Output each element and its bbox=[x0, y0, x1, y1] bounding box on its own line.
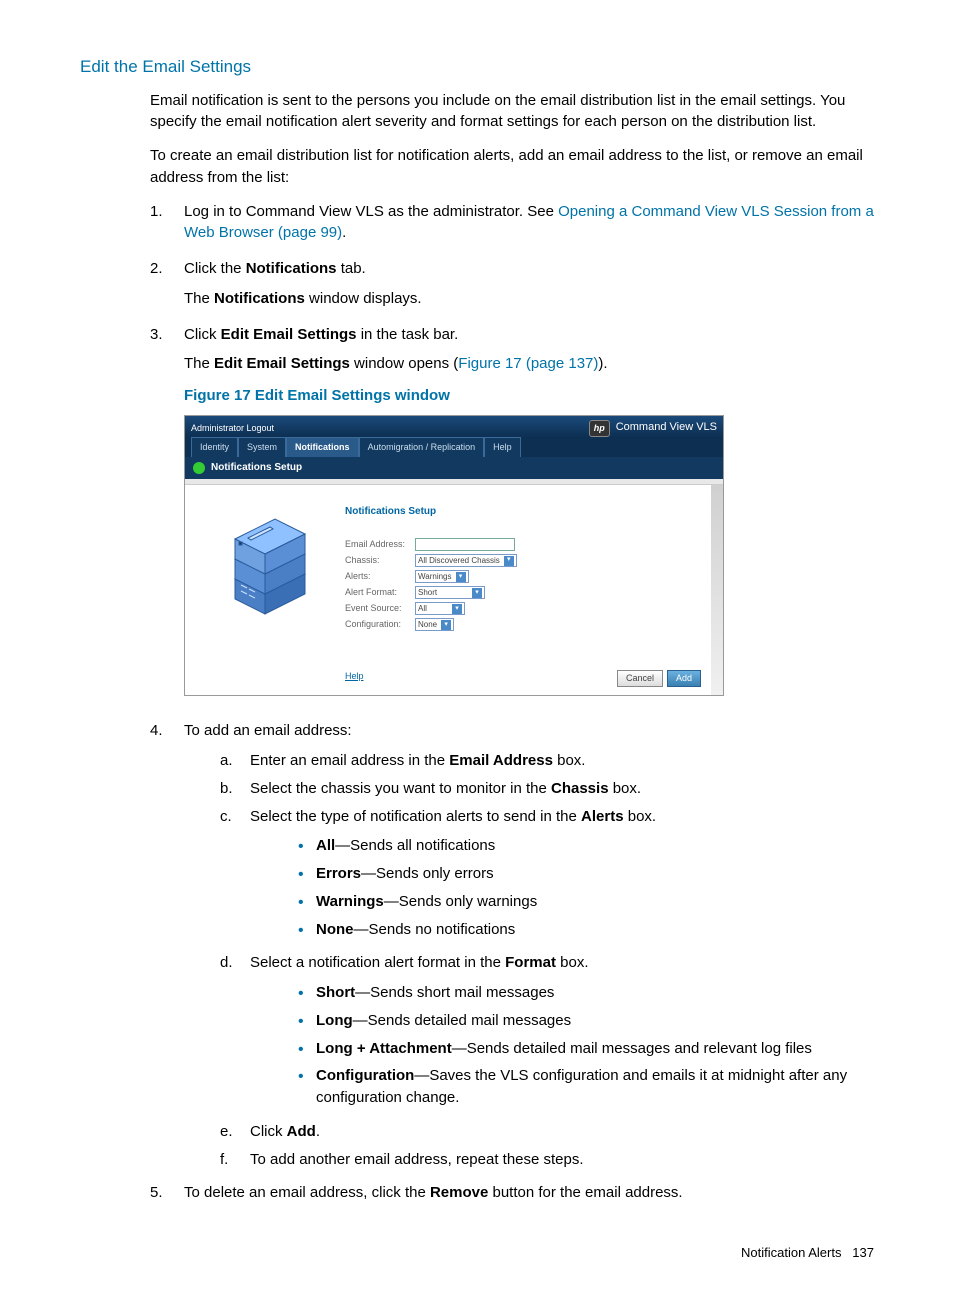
hp-logo-icon: hp bbox=[589, 420, 610, 437]
fig-tabs: Identity System Notifications Automigrat… bbox=[185, 437, 723, 457]
step-number: 3. bbox=[150, 324, 184, 715]
format-select[interactable]: Short▾ bbox=[415, 586, 485, 599]
substep-4d: Select a notification alert format in th… bbox=[250, 952, 874, 974]
chevron-down-icon: ▾ bbox=[472, 588, 482, 598]
chevron-down-icon: ▾ bbox=[504, 556, 514, 566]
tab-help[interactable]: Help bbox=[484, 437, 521, 457]
substep-letter: a. bbox=[220, 750, 250, 772]
label-format: Alert Format: bbox=[345, 586, 415, 599]
config-select[interactable]: None▾ bbox=[415, 618, 454, 631]
label-email: Email Address: bbox=[345, 538, 415, 551]
refresh-icon[interactable] bbox=[193, 462, 205, 474]
email-input[interactable] bbox=[415, 538, 515, 551]
section-heading: Edit the Email Settings bbox=[80, 55, 874, 80]
bullet-configuration: Configuration—Saves the VLS configuratio… bbox=[298, 1065, 874, 1109]
step-3-text: Click Edit Email Settings in the task ba… bbox=[184, 324, 874, 346]
bullet-short: Short—Sends short mail messages bbox=[298, 982, 874, 1004]
form-title: Notifications Setup bbox=[345, 505, 701, 520]
cancel-button[interactable]: Cancel bbox=[617, 670, 663, 687]
label-chassis: Chassis: bbox=[345, 554, 415, 567]
substep-4f: To add another email address, repeat the… bbox=[250, 1149, 874, 1171]
step-2-text: Click the Notifications tab. bbox=[184, 258, 874, 280]
step-3-result: The Edit Email Settings window opens (Fi… bbox=[184, 353, 874, 375]
tab-notifications[interactable]: Notifications bbox=[286, 437, 359, 457]
alerts-select[interactable]: Warnings▾ bbox=[415, 570, 469, 583]
intro-paragraph-2: To create an email distribution list for… bbox=[150, 145, 874, 189]
substep-letter: b. bbox=[220, 778, 250, 800]
bullet-all: All—Sends all notifications bbox=[298, 835, 874, 857]
step-number: 1. bbox=[150, 201, 184, 253]
label-config: Configuration: bbox=[345, 618, 415, 631]
step-number: 2. bbox=[150, 258, 184, 318]
fig-user: Administrator bbox=[191, 423, 244, 433]
page-footer: Notification Alerts 137 bbox=[80, 1244, 874, 1263]
bullet-long-attachment: Long + Attachment—Sends detailed mail me… bbox=[298, 1038, 874, 1060]
tab-identity[interactable]: Identity bbox=[191, 437, 238, 457]
label-source: Event Source: bbox=[345, 602, 415, 615]
step-1-text: Log in to Command View VLS as the admini… bbox=[184, 201, 874, 245]
substep-4c: Select the type of notification alerts t… bbox=[250, 806, 874, 828]
bullet-warnings: Warnings—Sends only warnings bbox=[298, 891, 874, 913]
step-number: 5. bbox=[150, 1182, 184, 1204]
bullet-errors: Errors—Sends only errors bbox=[298, 863, 874, 885]
tab-automigration[interactable]: Automigration / Replication bbox=[359, 437, 485, 457]
tab-system[interactable]: System bbox=[238, 437, 286, 457]
substep-4b: Select the chassis you want to monitor i… bbox=[250, 778, 874, 800]
chassis-select[interactable]: All Discovered Chassis▾ bbox=[415, 554, 517, 567]
substep-4a: Enter an email address in the Email Addr… bbox=[250, 750, 874, 772]
label-alerts: Alerts: bbox=[345, 570, 415, 583]
step-number: 4. bbox=[150, 720, 184, 1176]
step-5-text: To delete an email address, click the Re… bbox=[184, 1182, 874, 1204]
chevron-down-icon: ▾ bbox=[441, 620, 451, 630]
step-2-result: The Notifications window displays. bbox=[184, 288, 874, 310]
fig-help-link[interactable]: Help bbox=[345, 670, 364, 687]
brand-label: Command View VLS bbox=[616, 420, 717, 436]
chevron-down-icon: ▾ bbox=[452, 604, 462, 614]
substep-letter: e. bbox=[220, 1121, 250, 1143]
bar-title: Notifications Setup bbox=[211, 461, 302, 476]
intro-paragraph-1: Email notification is sent to the person… bbox=[150, 90, 874, 134]
server-stack-icon bbox=[185, 485, 345, 695]
bullet-none: None—Sends no notifications bbox=[298, 919, 874, 941]
chevron-down-icon: ▾ bbox=[456, 572, 466, 582]
source-select[interactable]: All▾ bbox=[415, 602, 465, 615]
substep-4e: Click Add. bbox=[250, 1121, 874, 1143]
substep-letter: c. bbox=[220, 806, 250, 947]
figure-edit-email-settings: Administrator Logout hp Command View VLS… bbox=[184, 415, 724, 697]
step-4-text: To add an email address: bbox=[184, 720, 874, 742]
substep-letter: f. bbox=[220, 1149, 250, 1171]
link-figure-17[interactable]: Figure 17 (page 137) bbox=[458, 355, 598, 372]
logout-link[interactable]: Logout bbox=[247, 423, 275, 433]
substep-letter: d. bbox=[220, 952, 250, 1115]
add-button[interactable]: Add bbox=[667, 670, 701, 687]
figure-caption: Figure 17 Edit Email Settings window bbox=[184, 385, 874, 407]
scrollbar-up-icon[interactable] bbox=[712, 486, 722, 498]
bullet-long: Long—Sends detailed mail messages bbox=[298, 1010, 874, 1032]
